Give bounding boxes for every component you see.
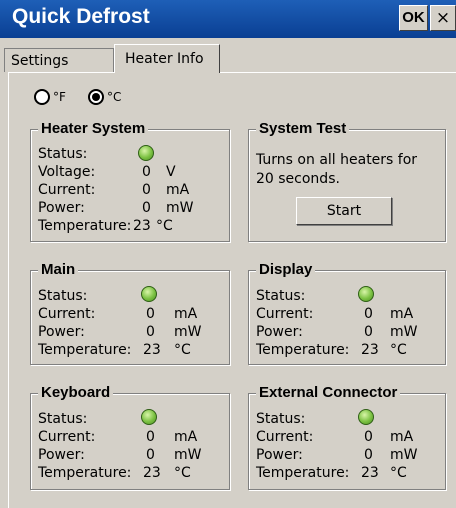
main-status-led [141, 286, 157, 302]
external-power-label: Power: [256, 447, 303, 463]
keyboard-title: Keyboard [38, 384, 114, 402]
heater-system-power-unit: mW [166, 200, 194, 216]
display-power-value: 0 [364, 324, 373, 340]
keyboard-power-label: Power: [38, 447, 85, 463]
heater-system-status-label: Status: [38, 146, 88, 162]
display-temp-label: Temperature: [256, 342, 350, 358]
keyboard-temp-label: Temperature: [38, 465, 132, 481]
keyboard-power-value: 0 [146, 447, 155, 463]
external-power-value: 0 [364, 447, 373, 463]
display-temp-unit: °C [390, 342, 407, 358]
display-current-unit: mA [390, 306, 414, 322]
external-status-led [358, 409, 374, 425]
start-button[interactable]: Start [296, 197, 392, 225]
keyboard-temp-value: 23 [143, 465, 161, 481]
ok-button[interactable]: OK [399, 5, 428, 31]
heater-system-current-label: Current: [38, 182, 96, 198]
keyboard-current-label: Current: [38, 429, 96, 445]
heater-system-current-value: 0 [142, 182, 151, 198]
main-temp-label: Temperature: [38, 342, 132, 358]
main-current-label: Current: [38, 306, 96, 322]
external-power-unit: mW [390, 447, 418, 463]
main-current-value: 0 [146, 306, 155, 322]
system-test-description-line1: Turns on all heaters for [256, 152, 418, 168]
keyboard-current-unit: mA [174, 429, 198, 445]
main-temp-unit: °C [174, 342, 191, 358]
external-temp-unit: °C [390, 465, 407, 481]
display-temp-value: 23 [361, 342, 379, 358]
heater-system-voltage-unit: V [166, 164, 176, 180]
keyboard-power-unit: mW [174, 447, 202, 463]
tab-heater-info[interactable]: Heater Info [114, 44, 220, 73]
tab-settings[interactable]: Settings [4, 48, 114, 72]
close-icon[interactable]: × [430, 5, 456, 31]
main-title: Main [38, 261, 79, 279]
external-connector-title: External Connector [256, 384, 401, 402]
fahrenheit-radio[interactable] [34, 89, 50, 105]
display-status-label: Status: [256, 288, 306, 304]
external-temp-value: 23 [361, 465, 379, 481]
title-bar: Quick Defrost OK × [0, 0, 456, 38]
display-current-label: Current: [256, 306, 314, 322]
heater-system-current-unit: mA [166, 182, 190, 198]
system-test-description-line2: 20 seconds. [256, 171, 340, 187]
quick-defrost-window: Quick Defrost OK × Settings Heater Info … [0, 0, 456, 508]
external-status-label: Status: [256, 411, 306, 427]
fahrenheit-label: °F [53, 90, 66, 104]
main-power-unit: mW [174, 324, 202, 340]
heater-system-power-value: 0 [142, 200, 151, 216]
keyboard-status-led [141, 409, 157, 425]
display-current-value: 0 [364, 306, 373, 322]
keyboard-current-value: 0 [146, 429, 155, 445]
heater-system-voltage-label: Voltage: [38, 164, 96, 180]
main-power-label: Power: [38, 324, 85, 340]
heater-system-status-led [138, 145, 154, 161]
heater-system-temp-label: Temperature: [38, 218, 132, 234]
main-status-label: Status: [38, 288, 88, 304]
display-title: Display [256, 261, 316, 279]
external-current-unit: mA [390, 429, 414, 445]
main-temp-value: 23 [143, 342, 161, 358]
system-test-title: System Test [256, 120, 350, 138]
heater-system-title: Heater System [38, 120, 149, 138]
external-current-label: Current: [256, 429, 314, 445]
external-temp-label: Temperature: [256, 465, 350, 481]
display-status-led [358, 286, 374, 302]
heater-system-temp-value: 23 [133, 218, 151, 234]
display-power-label: Power: [256, 324, 303, 340]
keyboard-temp-unit: °C [174, 465, 191, 481]
heater-system-power-label: Power: [38, 200, 85, 216]
main-power-value: 0 [146, 324, 155, 340]
heater-system-voltage-value: 0 [142, 164, 151, 180]
celsius-label: °C [107, 90, 122, 104]
external-current-value: 0 [364, 429, 373, 445]
celsius-radio[interactable] [88, 89, 104, 105]
heater-system-temp-unit: °C [156, 218, 173, 234]
window-title: Quick Defrost [12, 5, 150, 28]
display-power-unit: mW [390, 324, 418, 340]
keyboard-status-label: Status: [38, 411, 88, 427]
main-current-unit: mA [174, 306, 198, 322]
